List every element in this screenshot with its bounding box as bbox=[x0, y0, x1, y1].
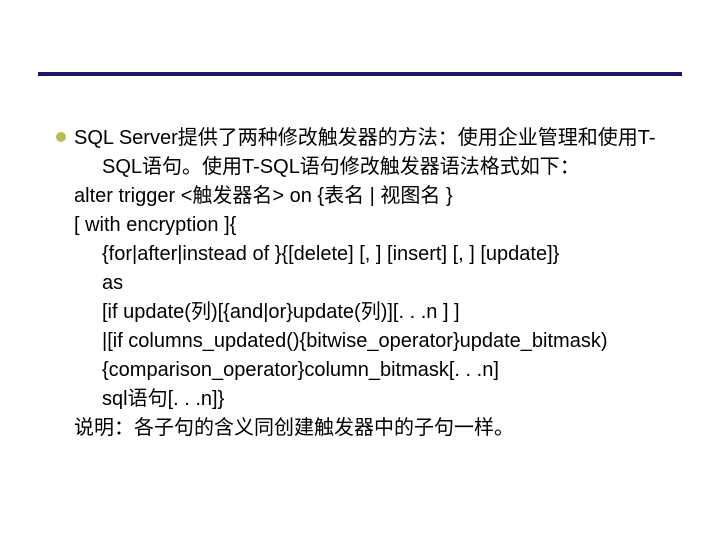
line-alter: alter trigger <触发器名> on {表名 | 视图名 } bbox=[74, 182, 660, 211]
line-sql: sql语句[. . .n]} bbox=[74, 385, 660, 414]
line-with-encryption: [ with encryption ]{ bbox=[74, 211, 660, 240]
slide: SQL Server提供了两种修改触发器的方法：使用企业管理和使用T- SQL语… bbox=[0, 0, 720, 540]
body-text: SQL Server提供了两种修改触发器的方法：使用企业管理和使用T- SQL语… bbox=[74, 124, 660, 443]
line-as: as bbox=[74, 269, 660, 298]
line-if-columns: |[if columns_updated(){bitwise_operator}… bbox=[74, 327, 660, 356]
line-intro-1: SQL Server提供了两种修改触发器的方法：使用企业管理和使用T- bbox=[74, 124, 660, 153]
bullet-dot bbox=[56, 132, 66, 142]
line-intro-2: SQL语句。使用T-SQL语句修改触发器语法格式如下： bbox=[74, 153, 660, 182]
line-comparison: {comparison_operator}column_bitmask[. . … bbox=[74, 356, 660, 385]
line-if-update: [if update(列)[{and|or}update(列)][. . .n … bbox=[74, 298, 660, 327]
line-for-after: {for|after|instead of }{[delete] [, ] [i… bbox=[74, 240, 660, 269]
line-note: 说明：各子句的含义同创建触发器中的子句一样。 bbox=[74, 414, 660, 443]
horizontal-rule bbox=[38, 72, 682, 76]
